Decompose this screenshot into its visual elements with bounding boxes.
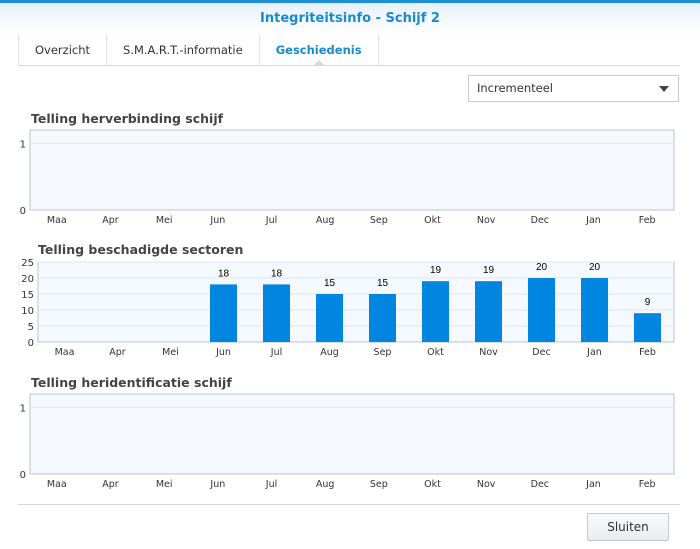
- x-tick-label: Sep: [370, 215, 388, 226]
- x-tick-label: Jul: [265, 479, 277, 490]
- data-label: 18: [271, 268, 283, 279]
- x-tick-label: Okt: [424, 479, 441, 490]
- x-tick-label: Feb: [639, 215, 656, 226]
- x-tick-label: Aug: [316, 479, 335, 490]
- y-tick-label: 1: [20, 139, 26, 150]
- x-tick-label: Mei: [156, 215, 173, 226]
- x-tick-label: Jan: [585, 479, 601, 490]
- data-label: 9: [645, 297, 651, 308]
- y-tick-label: 1: [20, 403, 26, 414]
- bar: [316, 294, 343, 342]
- y-tick-label: 25: [21, 258, 34, 269]
- x-tick-label: Okt: [427, 347, 444, 358]
- x-tick-label: Jun: [209, 479, 225, 490]
- x-tick-label: Jul: [270, 347, 282, 358]
- x-tick-label: Feb: [639, 479, 656, 490]
- bar: [369, 294, 396, 342]
- x-tick-label: Nov: [477, 215, 496, 226]
- data-label: 20: [536, 262, 548, 273]
- x-tick-label: Maa: [47, 215, 67, 226]
- x-tick-label: Dec: [531, 215, 549, 226]
- x-tick-label: Aug: [320, 347, 339, 358]
- bar: [263, 284, 290, 342]
- data-label: 15: [324, 278, 336, 289]
- plot-area: [37, 261, 675, 343]
- bar: [634, 313, 661, 342]
- x-tick-label: Dec: [531, 479, 549, 490]
- data-label: 19: [483, 265, 495, 276]
- y-tick-label: 5: [28, 322, 34, 333]
- x-tick-label: Feb: [639, 347, 656, 358]
- charts-canvas: 0 1 Maa Apr Mei Jun Jul Aug Sep Okt Nov Dec Jan Feb 0 5…: [20, 129, 675, 490]
- footer-divider: [18, 504, 680, 505]
- x-tick-label: Dec: [532, 347, 550, 358]
- y-tick-label: 10: [21, 306, 34, 317]
- plot-area: [29, 393, 675, 475]
- y-tick-label: 0: [20, 470, 26, 481]
- x-tick-label: Okt: [424, 215, 441, 226]
- y-tick-label: 0: [20, 206, 26, 217]
- x-tick-label: Nov: [477, 479, 496, 490]
- x-tick-label: Apr: [102, 479, 119, 490]
- x-tick-label: Maa: [55, 347, 75, 358]
- bar: [210, 284, 237, 342]
- x-tick-label: Jan: [585, 215, 601, 226]
- y-tick-label: 15: [21, 290, 34, 301]
- y-tick-label: 20: [21, 274, 34, 285]
- x-tick-label: Sep: [374, 347, 392, 358]
- bar: [422, 281, 449, 342]
- x-tick-label: Mei: [162, 347, 179, 358]
- x-tick-label: Maa: [47, 479, 67, 490]
- bar: [528, 278, 555, 342]
- x-tick-label: Jan: [586, 347, 602, 358]
- x-tick-label: Apr: [109, 347, 126, 358]
- data-label: 19: [430, 265, 442, 276]
- x-tick-label: Nov: [479, 347, 498, 358]
- x-tick-label: Aug: [316, 215, 335, 226]
- bar: [475, 281, 502, 342]
- x-tick-label: Jun: [215, 347, 231, 358]
- x-tick-label: Sep: [370, 479, 388, 490]
- x-tick-label: Jul: [265, 215, 277, 226]
- x-tick-label: Jun: [209, 215, 225, 226]
- data-label: 18: [218, 268, 230, 279]
- plot-area: [29, 129, 675, 211]
- close-button[interactable]: Sluiten: [587, 513, 669, 541]
- bar: [581, 278, 608, 342]
- x-tick-label: Apr: [102, 215, 119, 226]
- y-tick-label: 0: [28, 338, 34, 349]
- data-label: 20: [589, 262, 601, 273]
- x-tick-label: Mei: [156, 479, 173, 490]
- data-label: 15: [377, 278, 389, 289]
